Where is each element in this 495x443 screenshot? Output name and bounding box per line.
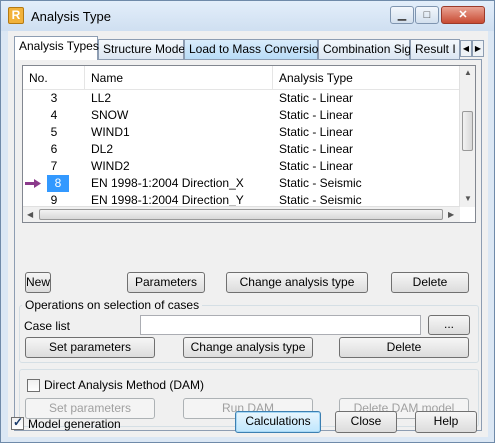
analysis-types-panel: No. Name Analysis Type 3 LL2 Static - Line…: [14, 59, 482, 431]
maximize-button[interactable]: □: [415, 6, 439, 24]
help-button[interactable]: Help: [415, 411, 477, 433]
set-parameters-button[interactable]: Set parameters: [25, 337, 155, 358]
table-row[interactable]: 7 WIND2 Static - Linear: [23, 158, 460, 175]
selection-operations-title: Operations on selection of cases: [22, 298, 203, 312]
tab-combination-sign[interactable]: Combination Sign: [318, 39, 418, 59]
table-row[interactable]: 4 SNOW Static - Linear: [23, 107, 460, 124]
cell-analysis-type: Static - Linear: [279, 159, 354, 173]
analysis-type-window: R Analysis Type ▁ □ ✕ Analysis Types Str…: [0, 0, 495, 443]
vertical-scrollbar[interactable]: ▲ ▼: [459, 66, 475, 207]
scroll-up-icon[interactable]: ▲: [464, 68, 472, 77]
column-header-no[interactable]: No.: [23, 66, 85, 90]
cell-analysis-type: Static - Seismic: [279, 176, 362, 190]
dam-set-parameters-button[interactable]: Set parameters: [25, 398, 155, 419]
cell-analysis-type: Static - Linear: [279, 125, 354, 139]
cell-name: LL2: [91, 91, 112, 105]
scroll-right-icon[interactable]: ▶: [448, 210, 454, 219]
new-button[interactable]: New: [25, 272, 52, 293]
current-case-arrow-icon: [25, 179, 41, 188]
case-list-label: Case list: [24, 319, 71, 333]
scroll-left-icon[interactable]: ◀: [27, 210, 33, 219]
cases-grid[interactable]: No. Name Analysis Type 3 LL2 Static - Line…: [22, 65, 476, 223]
horizontal-scrollbar[interactable]: ◀ ▶: [23, 206, 460, 222]
title-bar[interactable]: R Analysis Type ▁ □ ✕: [1, 1, 494, 31]
calculations-button[interactable]: Calculations: [235, 411, 321, 433]
cell-no: 5: [50, 125, 58, 139]
tab-scroll-left-icon[interactable]: ◀: [460, 40, 472, 57]
table-row[interactable]: 5 WIND1 Static - Linear: [23, 124, 460, 141]
case-list-input[interactable]: [140, 315, 421, 335]
cell-name: EN 1998-1:2004 Direction_X: [91, 176, 244, 190]
close-window-button[interactable]: ✕: [441, 6, 485, 24]
cell-no: 6: [50, 142, 58, 156]
vertical-scroll-thumb[interactable]: [462, 111, 473, 151]
cell-no: 3: [50, 91, 58, 105]
tab-analysis-types[interactable]: Analysis Types: [14, 36, 99, 60]
table-row[interactable]: 3 LL2 Static - Linear: [23, 90, 460, 107]
tab-structure-model[interactable]: Structure Model: [98, 39, 188, 59]
model-generation-label: Model generation: [28, 417, 121, 431]
cell-analysis-type: Static - Linear: [279, 142, 354, 156]
scroll-down-icon[interactable]: ▼: [464, 194, 472, 203]
cell-name: SNOW: [91, 108, 129, 122]
selection-delete-button[interactable]: Delete: [339, 337, 469, 358]
cell-name: WIND2: [91, 159, 130, 173]
window-title: Analysis Type: [31, 9, 111, 24]
cell-name: DL2: [91, 142, 114, 156]
delete-button[interactable]: Delete: [391, 272, 469, 293]
cell-analysis-type: Static - Linear: [279, 108, 354, 122]
column-header-name[interactable]: Name: [85, 66, 273, 90]
selection-change-type-button[interactable]: Change analysis type: [183, 337, 313, 358]
tab-scroll-right-icon[interactable]: ▶: [472, 40, 484, 57]
case-list-browse-button[interactable]: ...: [428, 315, 470, 335]
cell-name: WIND1: [91, 125, 130, 139]
tab-bar: Analysis Types Structure Model Load to M…: [14, 36, 484, 60]
column-header-analysis-type[interactable]: Analysis Type: [273, 66, 460, 90]
app-icon: R: [8, 7, 24, 24]
cell-no: 8: [47, 175, 69, 192]
cell-no: 7: [50, 159, 58, 173]
table-row[interactable]: 6 DL2 Static - Linear: [23, 141, 460, 158]
tab-load-to-mass[interactable]: Load to Mass Conversion: [184, 39, 325, 59]
parameters-button[interactable]: Parameters: [127, 272, 205, 293]
cell-no: 4: [50, 108, 58, 122]
grid-header: No. Name Analysis Type: [23, 66, 460, 90]
cell-analysis-type: Static - Linear: [279, 91, 354, 105]
dam-checkbox-label: Direct Analysis Method (DAM): [44, 378, 205, 392]
change-analysis-type-button[interactable]: Change analysis type: [226, 272, 368, 293]
dialog-client: Analysis Types Structure Model Load to M…: [8, 31, 488, 437]
dam-checkbox[interactable]: [27, 379, 40, 392]
horizontal-scroll-thumb[interactable]: [39, 209, 443, 220]
close-button[interactable]: Close: [335, 411, 397, 433]
table-row[interactable]: 8 EN 1998-1:2004 Direction_X Static - Seis…: [23, 175, 460, 192]
tab-result[interactable]: Result I: [410, 39, 460, 59]
minimize-button[interactable]: ▁: [390, 6, 414, 24]
model-generation-checkbox[interactable]: [11, 415, 24, 430]
